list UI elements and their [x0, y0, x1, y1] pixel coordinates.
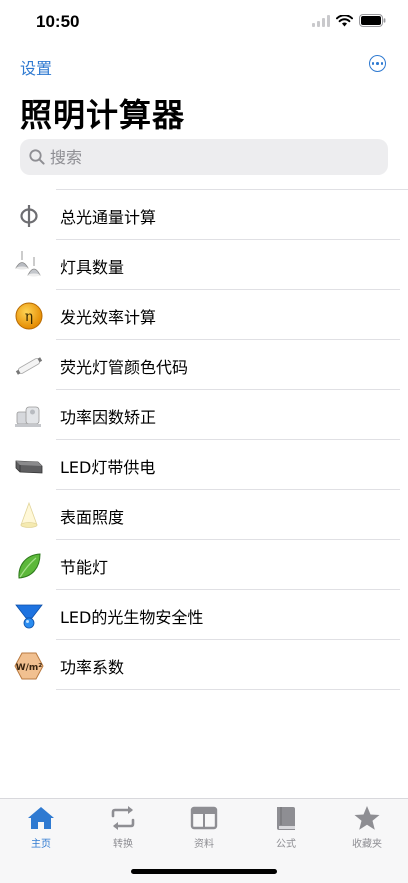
- tab-favorites[interactable]: 收藏夹: [326, 805, 408, 850]
- list-item-label: 表面照度: [60, 508, 125, 527]
- tab-label: 资料: [194, 839, 214, 850]
- capacitor-icon: [14, 401, 44, 431]
- svg-text:W/m²: W/m²: [16, 663, 43, 673]
- tab-label: 收藏夹: [352, 839, 382, 850]
- svg-text:η: η: [25, 309, 33, 325]
- page-title: 照明计算器: [20, 96, 186, 134]
- list-item-led-photobiological-safety[interactable]: LED的光生物安全性: [0, 590, 408, 640]
- status-bar: 10:50: [0, 0, 408, 44]
- cellular-signal-icon: [312, 14, 330, 27]
- calculator-list: 总光通量计算 灯具数量 η 发光效率计算 荧光灯管颜色代码 功率因数矫正 LED…: [0, 189, 408, 690]
- list-item-luminous-efficacy[interactable]: η 发光效率计算: [0, 290, 408, 340]
- star-icon: [354, 806, 380, 830]
- blue-drop-icon: [14, 601, 44, 631]
- browser-window-icon: [190, 806, 218, 830]
- wifi-icon: [336, 14, 353, 26]
- tab-convert[interactable]: 转换: [82, 805, 164, 850]
- green-leaf-icon: [14, 551, 44, 581]
- home-indicator: [131, 869, 277, 874]
- list-item-label: LED灯带供电: [60, 458, 156, 477]
- search-bar[interactable]: [20, 139, 388, 175]
- list-item-label: LED的光生物安全性: [60, 608, 204, 627]
- navigation-bar: 设置: [0, 52, 408, 82]
- list-item-label: 发光效率计算: [60, 308, 157, 327]
- status-time: 10:50: [36, 12, 80, 31]
- phi-symbol-icon: [14, 201, 44, 231]
- convert-arrows-icon: [111, 806, 135, 830]
- list-item-label: 总光通量计算: [60, 208, 157, 227]
- list-item-power-coefficient[interactable]: W/m² 功率系数: [0, 640, 408, 690]
- tab-label: 主页: [31, 839, 51, 850]
- search-icon: [29, 149, 45, 165]
- tab-formulas[interactable]: 公式: [245, 805, 327, 850]
- light-cone-icon: [14, 501, 44, 531]
- tab-label: 转换: [113, 839, 133, 850]
- wm2-hexagon-icon: W/m²: [14, 651, 44, 681]
- tab-bar: 主页 转换 资料 公式 收藏夹: [0, 798, 408, 883]
- battery-icon: [359, 14, 386, 27]
- eta-coin-icon: η: [14, 301, 44, 331]
- list-item-power-factor-correction[interactable]: 功率因数矫正: [0, 390, 408, 440]
- row-separator: [56, 689, 400, 690]
- list-item-surface-illuminance[interactable]: 表面照度: [0, 490, 408, 540]
- tab-resources[interactable]: 资料: [163, 805, 245, 850]
- fluorescent-tube-icon: [14, 351, 44, 381]
- list-item-fixture-quantity[interactable]: 灯具数量: [0, 240, 408, 290]
- search-input[interactable]: [50, 147, 350, 167]
- list-item-label: 节能灯: [60, 558, 109, 577]
- list-item-label: 功率因数矫正: [60, 408, 157, 427]
- list-item-label: 功率系数: [60, 658, 125, 677]
- list-item-label: 灯具数量: [60, 258, 125, 277]
- ellipsis-circle-icon[interactable]: [369, 55, 386, 72]
- list-item-fluorescent-color-code[interactable]: 荧光灯管颜色代码: [0, 340, 408, 390]
- back-button-settings[interactable]: 设置: [20, 55, 52, 79]
- power-supply-icon: [14, 451, 44, 481]
- list-item-led-strip-power[interactable]: LED灯带供电: [0, 440, 408, 490]
- book-icon: [277, 807, 295, 830]
- hanging-lamps-icon: [14, 251, 44, 281]
- tab-home[interactable]: 主页: [0, 805, 82, 850]
- list-item-total-luminous-flux[interactable]: 总光通量计算: [0, 190, 408, 240]
- home-icon: [28, 807, 54, 829]
- status-icons: [312, 14, 386, 27]
- tab-label: 公式: [276, 839, 296, 850]
- list-item-energy-saving-lamp[interactable]: 节能灯: [0, 540, 408, 590]
- list-item-label: 荧光灯管颜色代码: [60, 358, 189, 377]
